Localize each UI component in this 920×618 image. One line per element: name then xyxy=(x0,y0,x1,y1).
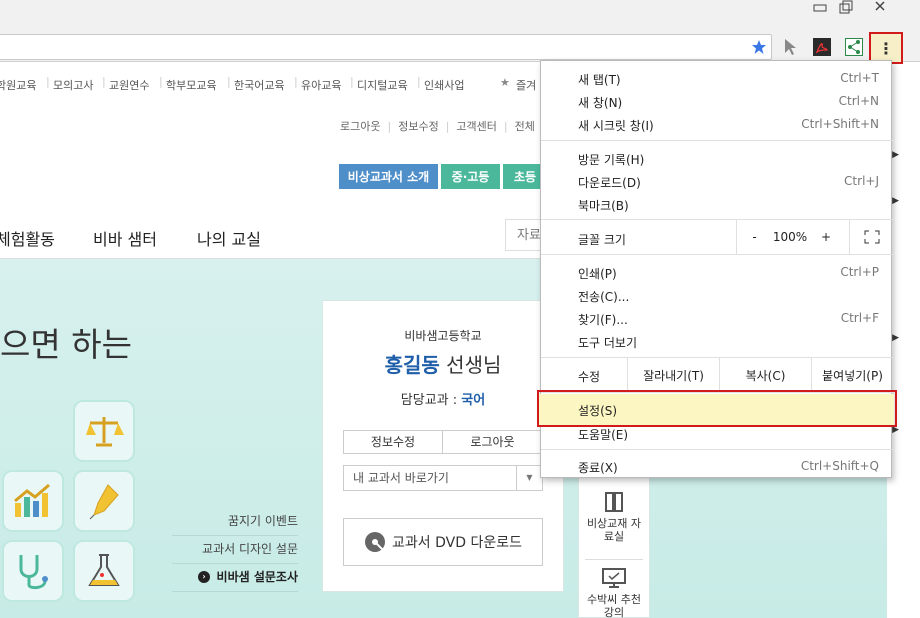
nav-experience[interactable]: 체험활동 xyxy=(0,226,55,250)
topnav-item[interactable]: 인쇄사업 xyxy=(424,77,464,93)
zoom-label: 글꼴 크기 xyxy=(578,233,626,247)
pen-icon xyxy=(73,470,135,532)
flask-icon xyxy=(73,540,135,602)
quick-item-label: 수박씨 추천강의 xyxy=(586,593,642,618)
nav-vivasam-teoh[interactable]: 비바 샘터 xyxy=(93,226,157,250)
books-icon xyxy=(605,492,623,512)
menu-new-tab[interactable]: 새 탭(T) Ctrl+T xyxy=(541,67,893,90)
topnav-item[interactable]: 한국어교육 xyxy=(234,77,285,93)
topnav-item[interactable]: 모의고사 xyxy=(53,77,93,93)
hero-slogan: 으면 하는 xyxy=(0,325,132,364)
menu-cast[interactable]: 전송(C)... xyxy=(541,284,893,307)
arrow-circle-icon: › xyxy=(198,571,210,583)
topnav-item[interactable]: 유아교육 xyxy=(301,77,341,93)
zoom-in-button[interactable]: + xyxy=(808,220,844,254)
menu-bookmarks[interactable]: 북마크(B) ▶ xyxy=(541,193,899,216)
all-link[interactable]: 전체 xyxy=(515,120,535,133)
textbook-select-value: 내 교과서 바로가기 xyxy=(353,471,449,485)
teacher-title: 선생님 xyxy=(446,353,502,377)
quick-panel: 비상교재 자료실 수박씨 추천강의 xyxy=(578,470,650,618)
scale-icon xyxy=(73,400,135,462)
chevron-down-icon: ▼ xyxy=(516,466,542,490)
menu-find[interactable]: 찾기(F)... Ctrl+F xyxy=(541,307,893,330)
dvd-download-label: 교과서 DVD 다운로드 xyxy=(392,535,522,551)
vivasam-survey-label: 비바샘 설문조사 xyxy=(216,570,298,584)
survey-design-link[interactable]: 교과서 디자인 설문 xyxy=(172,536,298,564)
address-bar[interactable] xyxy=(0,34,772,60)
stethoscope-icon xyxy=(2,540,64,602)
edit-info-button[interactable]: 정보수정 xyxy=(343,430,443,454)
chevron-right-icon: ▶ xyxy=(892,196,899,206)
cursor-icon[interactable] xyxy=(779,37,801,57)
topnav-item[interactable]: 디지털교육 xyxy=(357,77,408,93)
vivasam-survey-link[interactable]: › 비바샘 설문조사 xyxy=(172,564,298,592)
menu-edit-row: 수정 잘라내기(T) 복사(C) 붙여넣기(P) xyxy=(541,358,893,392)
event-link[interactable]: 꿈지기 이벤트 xyxy=(172,508,298,536)
logout-button[interactable]: 로그아웃 xyxy=(443,430,543,454)
menu-downloads[interactable]: 다운로드(D) Ctrl+J xyxy=(541,170,893,193)
title-bar xyxy=(0,0,920,30)
side-links: 꿈지기 이벤트 교과서 디자인 설문 › 비바샘 설문조사 xyxy=(172,508,298,592)
teacher-name: 홍길동 xyxy=(384,353,440,377)
chart-up-icon xyxy=(2,470,64,532)
edit-info-link[interactable]: 정보수정 xyxy=(398,120,438,133)
favorites-link[interactable]: 즐겨 xyxy=(516,77,536,93)
menu-print[interactable]: 인쇄(P) Ctrl+P xyxy=(541,261,893,284)
zoom-value: 100% xyxy=(772,230,808,244)
subject-line: 담당교과 : 국어 xyxy=(323,389,563,408)
cut-button[interactable]: 잘라내기(T) xyxy=(627,358,719,392)
tab-intro[interactable]: 비상교과서 소개 xyxy=(339,164,438,189)
menu-new-window[interactable]: 새 창(N) Ctrl+N xyxy=(541,90,893,113)
disc-icon xyxy=(365,532,386,552)
menu-incognito[interactable]: 새 시크릿 창(I) Ctrl+Shift+N xyxy=(541,113,893,136)
minimize-icon[interactable] xyxy=(806,0,834,18)
chevron-right-icon: ▶ xyxy=(892,333,899,343)
quick-item-label: 비상교재 자료실 xyxy=(586,517,642,543)
subject-label: 담당교과 : xyxy=(400,393,462,408)
topnav-item[interactable]: 학부모교육 xyxy=(166,77,217,93)
edit-label: 수정 xyxy=(578,370,601,384)
star-icon[interactable] xyxy=(748,37,770,57)
top-nav: 학원교육 모의고사 교원연수 학부모교육 한국어교육 유아교육 디지털교육 인쇄… xyxy=(0,70,560,100)
fullscreen-icon[interactable] xyxy=(849,220,893,254)
dvd-download-button[interactable]: 교과서 DVD 다운로드 xyxy=(343,518,543,566)
zoom-out-button[interactable]: - xyxy=(736,220,772,254)
logout-link[interactable]: 로그아웃 xyxy=(340,120,380,133)
customer-center-link[interactable]: 고객센터 xyxy=(456,120,496,133)
topnav-item[interactable]: 교원연수 xyxy=(109,77,149,93)
quick-item-lectures[interactable]: 수박씨 추천강의 xyxy=(579,567,649,618)
paste-button[interactable]: 붙여넣기(P) xyxy=(811,358,893,392)
menu-zoom-row: 글꼴 크기 - 100% + xyxy=(541,220,893,254)
subject-value: 국어 xyxy=(461,393,486,408)
monitor-icon xyxy=(602,568,626,588)
topnav-item[interactable]: 학원교육 xyxy=(0,77,36,93)
nav-my-classroom[interactable]: 나의 교실 xyxy=(197,226,261,250)
teacher-name-line: 홍길동 선생님 xyxy=(323,349,563,378)
menu-more-tools[interactable]: 도구 더보기 ▶ xyxy=(541,330,899,353)
menu-history[interactable]: 방문 기록(H) ▶ xyxy=(541,147,899,170)
menu-exit[interactable]: 종료(X) Ctrl+Shift+Q xyxy=(541,455,893,478)
teacher-card: 비바샘고등학교 홍길동 선생님 담당교과 : 국어 정보수정 로그아웃 내 교과… xyxy=(322,300,564,592)
close-icon[interactable] xyxy=(866,0,894,18)
settings-highlight xyxy=(537,390,897,427)
share-icon[interactable] xyxy=(843,37,865,57)
school-name: 비바샘고등학교 xyxy=(404,329,482,343)
chevron-right-icon: ▶ xyxy=(892,150,899,160)
utility-links: 로그아웃 | 정보수정 | 고객센터 | 전체 xyxy=(340,120,535,133)
copy-button[interactable]: 복사(C) xyxy=(719,358,811,392)
pdf-icon[interactable] xyxy=(811,37,833,57)
tab-middle-high[interactable]: 중·고등 xyxy=(441,164,500,189)
textbook-select[interactable]: 내 교과서 바로가기 ▼ xyxy=(343,465,543,491)
main-nav: 체험활동 비바 샘터 나의 교실 자료 xyxy=(0,213,565,259)
star-icon: ★ xyxy=(500,76,510,89)
quick-item-materials[interactable]: 비상교재 자료실 xyxy=(579,491,649,543)
restore-icon[interactable] xyxy=(832,0,860,18)
